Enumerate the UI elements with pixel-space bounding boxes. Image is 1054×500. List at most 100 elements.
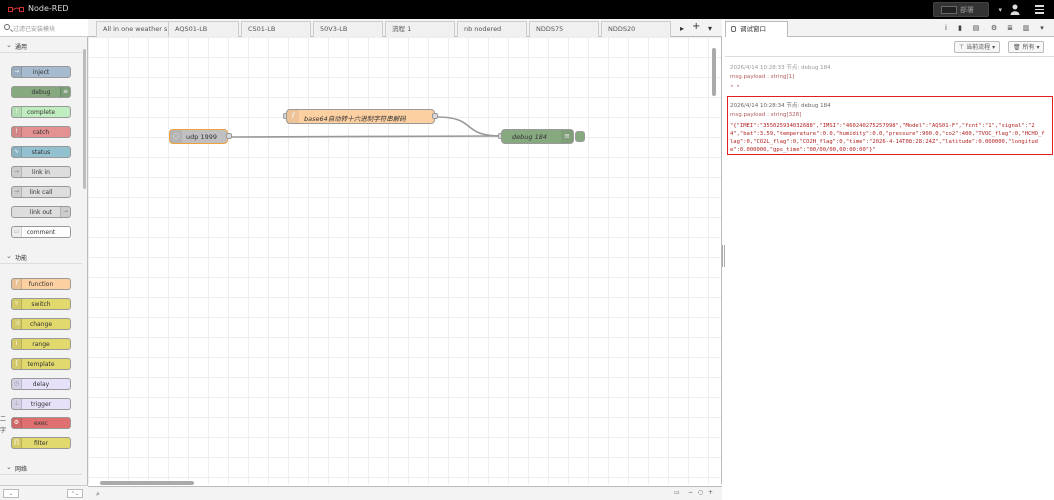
palette-node-switch[interactable]: ⑂ switch <box>11 298 71 310</box>
lock-icon[interactable]: ▤ <box>971 23 981 33</box>
tab-list-icon[interactable]: ▾ <box>708 24 712 33</box>
zoom-out-icon[interactable]: − <box>688 489 693 496</box>
clock-icon: ◷ <box>12 379 22 389</box>
list-icon: ≡ <box>60 87 70 97</box>
node-red-logo-icon <box>8 7 24 12</box>
bug-icon <box>731 26 736 32</box>
node-label: function <box>28 281 54 288</box>
book-icon[interactable]: ▮ <box>955 23 965 33</box>
message-type: msg.payload : string[1] <box>730 74 795 80</box>
palette-node-change[interactable]: ⤨ change <box>11 318 71 330</box>
palette-node-trigger[interactable]: ⊥ trigger <box>11 398 71 410</box>
add-tab-icon[interactable]: + <box>692 21 700 32</box>
link-icon: → <box>12 187 22 197</box>
gear-icon[interactable]: ⚙ <box>989 23 999 33</box>
exclamation-icon: ! <box>12 127 22 137</box>
debug-clear-label: 所有 <box>1022 44 1035 51</box>
debug-filter-button[interactable]: ⊤ 当前流程 ▾ <box>954 41 1001 53</box>
tab-ndds75[interactable]: NDDS75 <box>529 21 599 37</box>
palette-node-catch[interactable]: ! catch <box>11 126 71 138</box>
node-label: filter <box>34 440 48 447</box>
palette-category-network[interactable]: ⌄ 网络 <box>0 461 82 475</box>
exclamation-icon: ! <box>12 107 22 117</box>
main-menu-icon[interactable] <box>1035 5 1044 14</box>
search-icon[interactable]: ⌕ <box>96 490 100 499</box>
node-label: link out <box>29 209 53 216</box>
trash-icon: 🗑 <box>1013 44 1021 51</box>
deploy-menu-caret-icon[interactable]: ▾ <box>998 6 1002 14</box>
collapse-all-icon[interactable]: ⌄ <box>3 489 19 498</box>
workspace-tabs: All in one weather s AQS01-LB CS01-LB 50… <box>88 19 722 37</box>
palette-node-range[interactable]: i range <box>11 338 71 350</box>
f-icon: f <box>287 110 299 123</box>
deploy-button[interactable]: 部署 ▾ <box>933 2 1002 17</box>
tab-debug[interactable]: 调试窗口 <box>725 21 788 37</box>
palette-search-input[interactable]: 过滤已安装模块 <box>13 24 55 33</box>
category-label: 通用 <box>15 44 28 51</box>
node-label: status <box>31 149 51 156</box>
palette-node-link-call[interactable]: → link call <box>11 186 71 198</box>
tab-all-in-one-weather[interactable]: All in one weather s <box>96 21 172 37</box>
arrow-right-icon: → <box>12 67 22 77</box>
palette-node-function[interactable]: f function <box>11 278 71 290</box>
workspace-vertical-scrollbar[interactable] <box>712 48 716 96</box>
node-label: range <box>32 341 50 348</box>
debug-message[interactable]: 2026/4/14 10:28:33 节点: debug 184 msg.pay… <box>725 59 1052 97</box>
switch-icon: ⑂ <box>12 299 22 309</box>
user-icon[interactable] <box>1010 4 1020 15</box>
tab-scroll-right-icon[interactable]: ▸ <box>680 24 684 33</box>
chart-icon[interactable]: ▥ <box>1021 23 1031 33</box>
workspace-canvas[interactable]: ◌ udp 1999 f base64自动转十六进制字符串解码 debug 18… <box>88 37 722 484</box>
node-label: complete <box>26 109 56 116</box>
output-port[interactable] <box>226 133 232 139</box>
sidebar-menu-caret-icon[interactable]: ▾ <box>1037 23 1047 33</box>
palette-node-status[interactable]: ∿ status <box>11 146 71 158</box>
palette-node-complete[interactable]: ! complete <box>11 106 71 118</box>
palette-search[interactable]: 过滤已安装模块 <box>0 19 88 37</box>
tab-cs01-lb[interactable]: CS01-LB <box>241 21 311 37</box>
output-port[interactable] <box>432 113 438 119</box>
palette-category-common[interactable]: ⌄ 通用 <box>0 39 82 53</box>
palette-node-filter[interactable]: ∏ filter <box>11 437 71 449</box>
info-icon[interactable]: i <box>941 23 951 33</box>
debug-filter-label: 当前流程 <box>966 44 991 51</box>
expand-collapse-icon[interactable]: ⌃⌄ <box>67 489 83 498</box>
palette-node-delay[interactable]: ◷ delay <box>11 378 71 390</box>
node-label: inject <box>32 69 50 76</box>
zoom-in-icon[interactable]: + <box>708 489 713 496</box>
flow-node-debug-184[interactable]: debug 184 ≡ <box>501 129 574 144</box>
flow-node-udp-in[interactable]: ◌ udp 1999 <box>169 129 228 144</box>
debug-clear-button[interactable]: 🗑 所有 ▾ <box>1008 41 1045 53</box>
navigator-icon[interactable]: ▭ <box>674 489 680 496</box>
palette-node-link-out[interactable]: link out → <box>11 206 71 218</box>
palette-node-link-in[interactable]: → link in <box>11 166 71 178</box>
comment-icon: ▭ <box>12 227 22 237</box>
palette-node-exec[interactable]: ⚙ exec <box>11 417 71 429</box>
palette-node-debug[interactable]: debug ≡ <box>11 86 71 98</box>
tab-debug-label: 调试窗口 <box>740 25 766 33</box>
tab-50v3-lb[interactable]: 50V3-LB <box>313 21 383 37</box>
pulse-icon: ∿ <box>12 147 22 157</box>
list-icon: ≡ <box>561 130 573 143</box>
workspace-horizontal-scrollbar[interactable] <box>100 481 194 485</box>
database-icon[interactable]: ≣ <box>1005 23 1015 33</box>
search-icon <box>4 24 10 30</box>
tab-aqs01-lb[interactable]: AQS01-LB <box>168 21 239 37</box>
palette-node-inject[interactable]: → inject <box>11 66 71 78</box>
palette-category-function[interactable]: ⌄ 功能 <box>0 250 82 264</box>
deploy-label: 部署 <box>960 5 974 14</box>
tab-nb-nodered[interactable]: nb nodered <box>457 21 527 37</box>
palette-node-template[interactable]: { template <box>11 358 71 370</box>
flow-node-function-base64[interactable]: f base64自动转十六进制字符串解码 <box>286 109 435 124</box>
link-icon: → <box>60 207 70 217</box>
tab-flow-1[interactable]: 流程 1 <box>385 21 455 37</box>
header-bar: Node-RED 部署 ▾ <box>0 0 1054 19</box>
category-label: 功能 <box>15 255 28 262</box>
clipped-text: 字 <box>0 427 7 434</box>
node-label: exec <box>34 420 48 427</box>
tab-ndds20[interactable]: NDDS20 <box>601 21 671 37</box>
palette-node-comment[interactable]: ▭ comment <box>11 226 71 238</box>
palette-scrollbar[interactable] <box>83 49 86 189</box>
debug-toggle-button[interactable] <box>575 131 585 142</box>
zoom-reset-icon[interactable]: ○ <box>698 489 703 496</box>
